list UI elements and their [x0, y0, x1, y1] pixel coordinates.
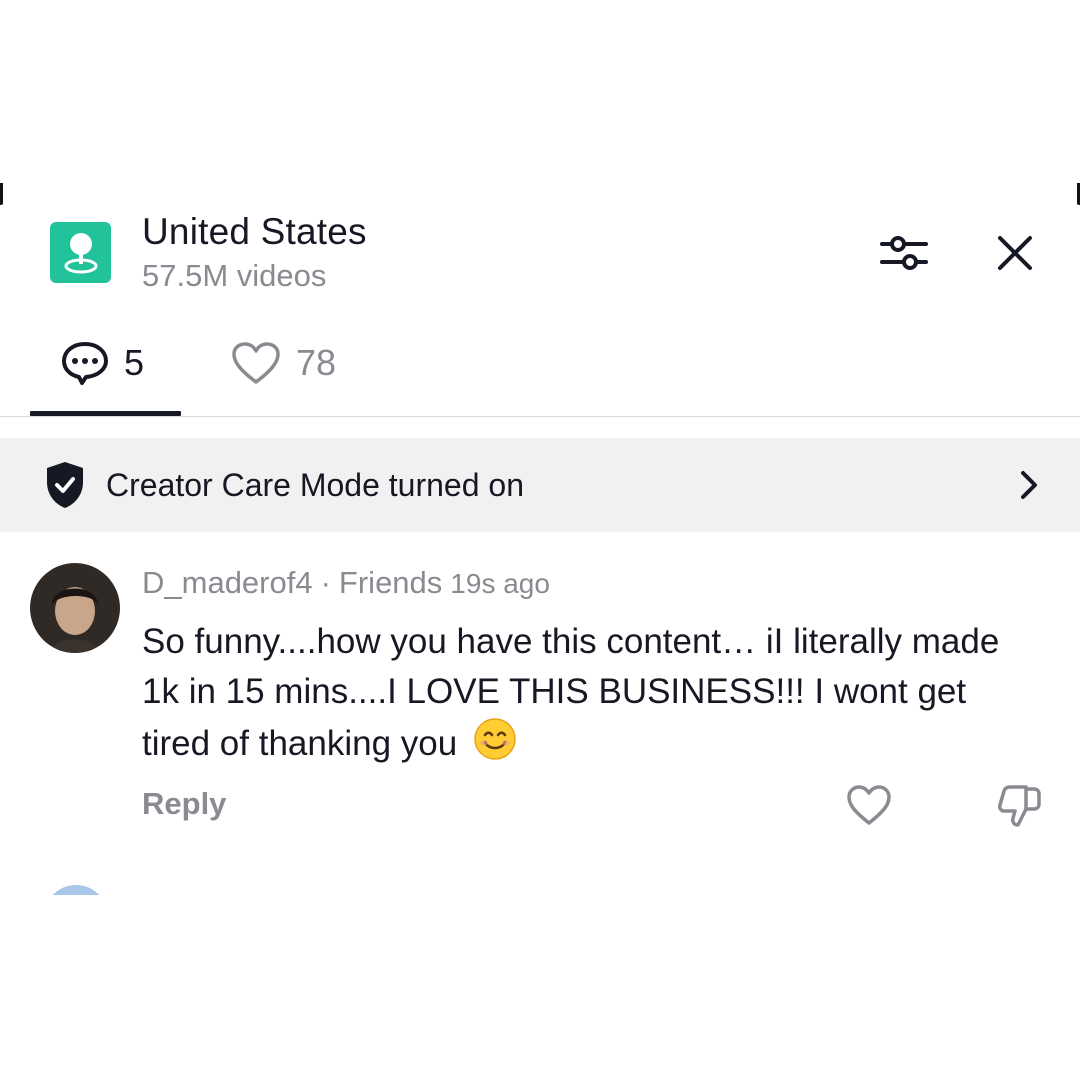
meta-separator: · — [320, 565, 331, 600]
close-icon — [998, 236, 1032, 270]
comment-username[interactable]: D_maderof4 — [142, 565, 313, 600]
reply-button[interactable]: Reply — [142, 786, 226, 822]
sliders-icon — [880, 236, 928, 270]
next-comment-avatar[interactable] — [44, 885, 108, 895]
comment-time: 19s ago — [450, 568, 550, 599]
smiling-face-icon — [474, 718, 516, 760]
video-count: 57.5M videos — [142, 258, 327, 293]
shield-check-icon — [47, 462, 83, 508]
comment-meta: D_maderof4 · Friends 19s ago — [142, 565, 550, 601]
page-title: United States — [142, 211, 367, 252]
comments-sheet: United States 57.5M videos 5 78 Creator … — [0, 183, 1080, 895]
comment-like-button[interactable] — [846, 783, 892, 827]
heart-outline-icon — [232, 342, 280, 384]
avatar[interactable] — [30, 563, 120, 653]
sheet-corner-left — [0, 183, 3, 205]
tab-comments[interactable]: 5 — [60, 333, 144, 393]
friends-label: Friends — [338, 565, 443, 600]
location-pin-icon — [50, 222, 111, 283]
comment-text: So funny....how you have this content… i… — [142, 622, 1000, 763]
tab-likes[interactable]: 78 — [230, 333, 336, 393]
comment-text-container: So funny....how you have this content… i… — [142, 617, 1022, 769]
filter-button[interactable] — [878, 230, 930, 276]
comment-bubble-icon — [62, 342, 108, 385]
comment-dislike-button[interactable] — [996, 783, 1042, 829]
like-count: 78 — [296, 342, 337, 383]
creator-care-banner[interactable]: Creator Care Mode turned on — [0, 438, 1080, 532]
chevron-right-icon — [1021, 471, 1037, 499]
close-button[interactable] — [992, 230, 1038, 276]
heart-outline-icon — [847, 785, 891, 825]
comment-count: 5 — [124, 342, 145, 383]
tabs-divider — [0, 416, 1080, 417]
banner-text: Creator Care Mode turned on — [106, 467, 524, 503]
thumbs-down-icon — [998, 785, 1041, 827]
